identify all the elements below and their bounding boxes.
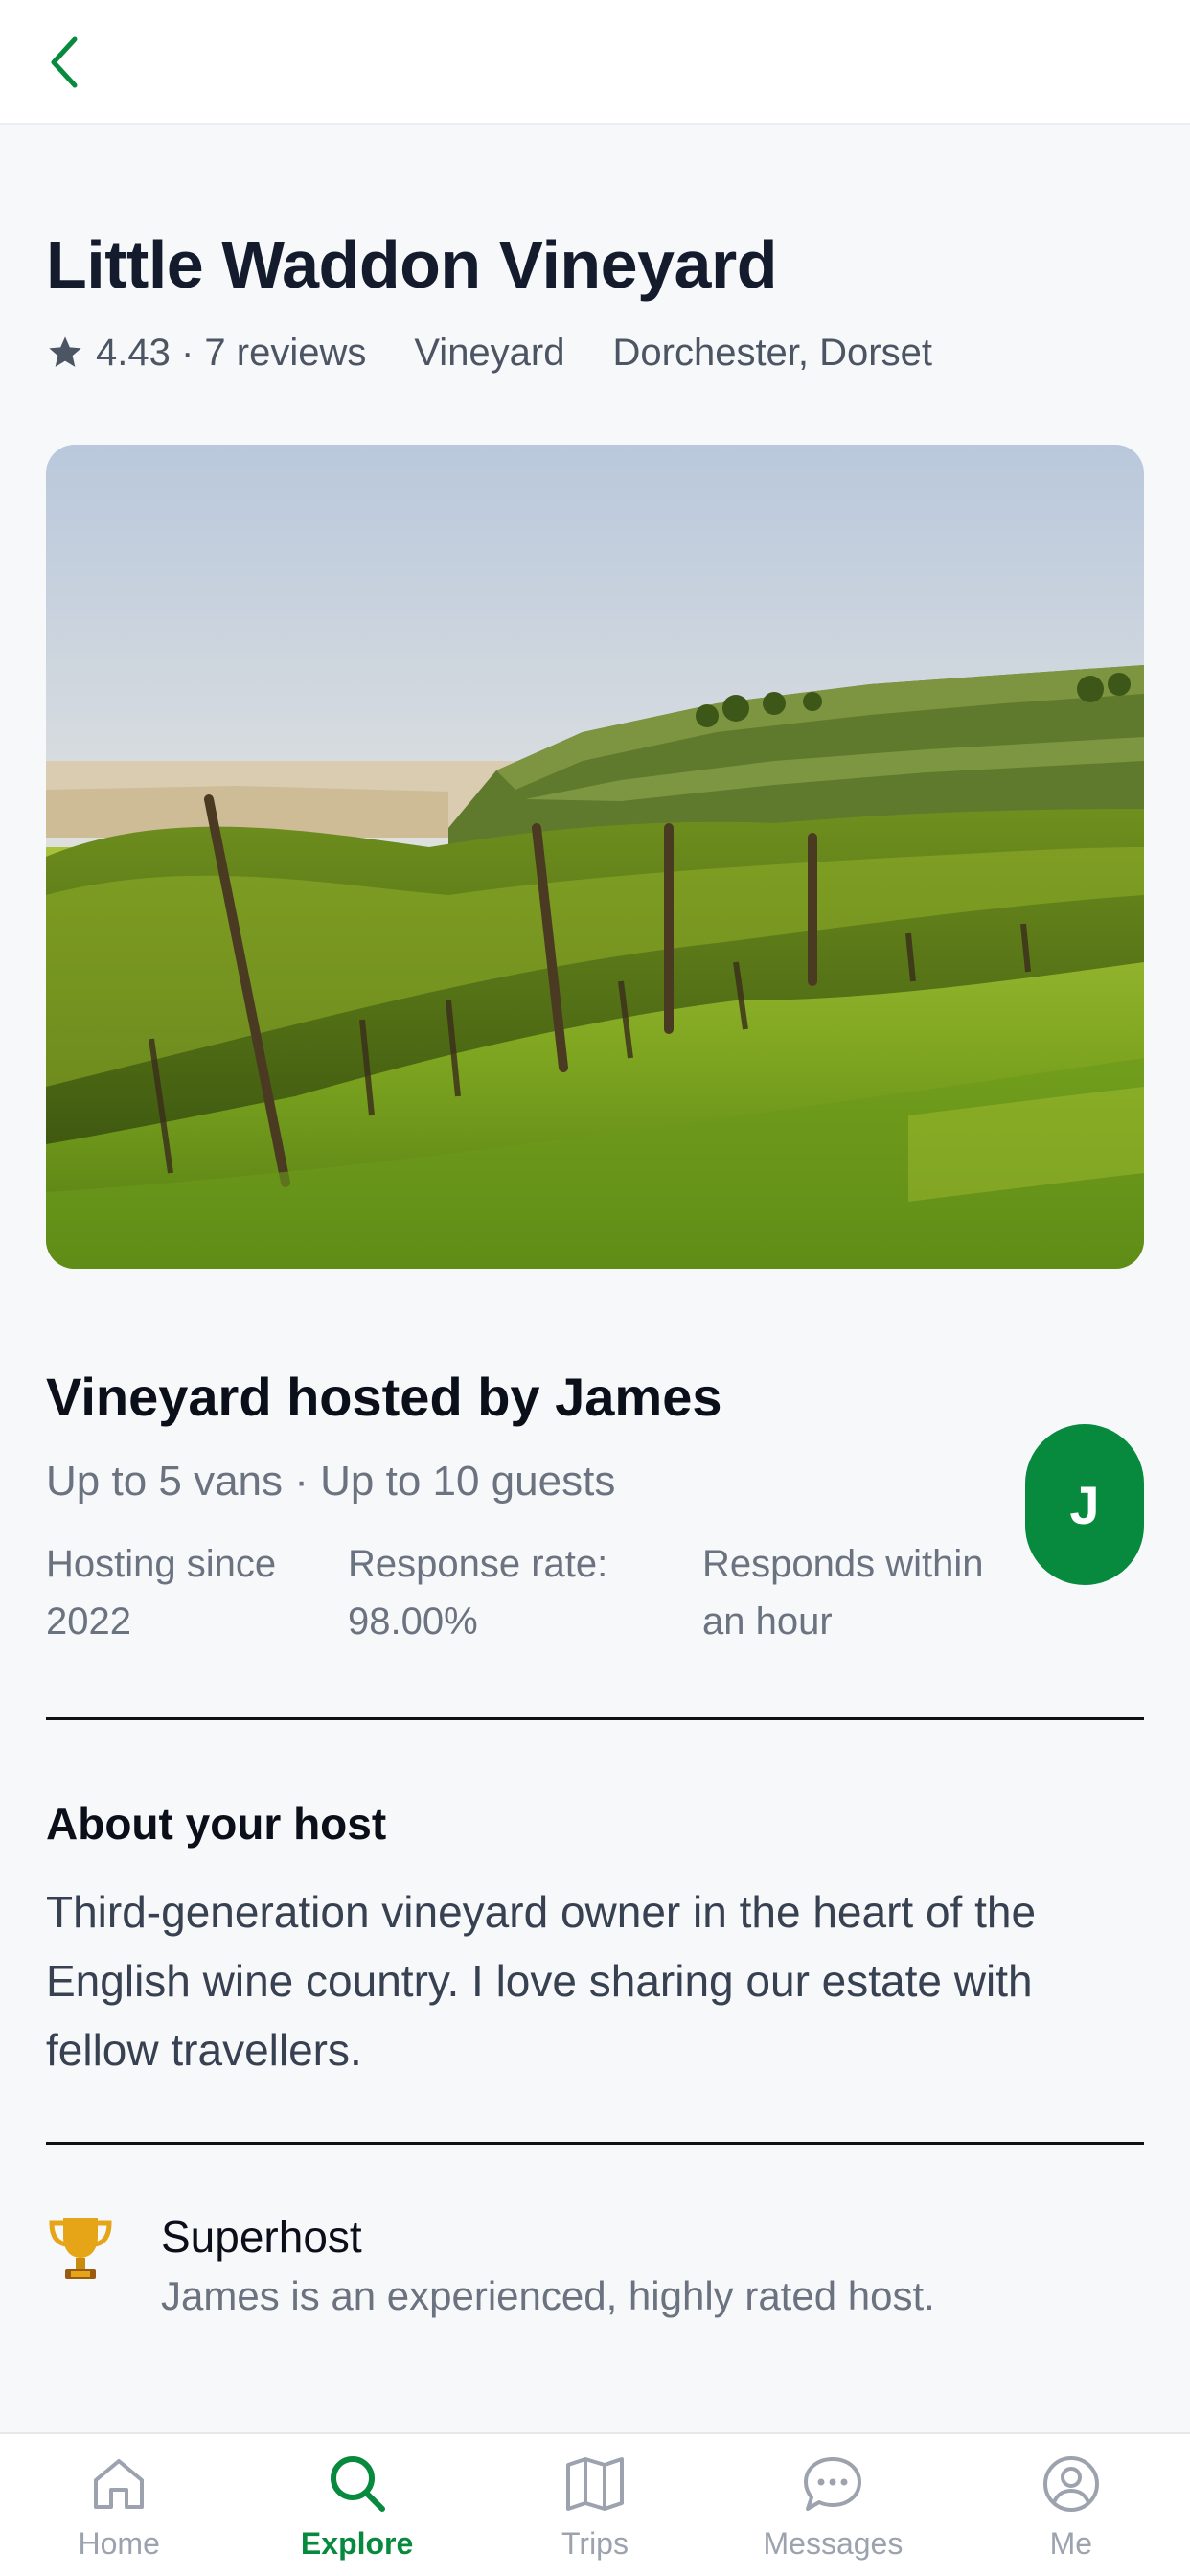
superhost-title: Superhost: [161, 2212, 362, 2262]
divider: [46, 1717, 1144, 1720]
superhost-text-group: Superhost James is an experienced, highl…: [161, 2208, 935, 2323]
response-rate: Response rate: 98.00%: [348, 1543, 608, 1643]
about-host-title: About your host: [46, 1799, 387, 1849]
divider: [46, 2142, 1144, 2145]
superhost-description: James is an experienced, highly rated ho…: [161, 2273, 935, 2318]
user-circle-icon: [1042, 2456, 1099, 2512]
about-host-text: Third-generation vineyard owner in the h…: [46, 1887, 1037, 2075]
tab-explore[interactable]: Explore: [238, 2434, 475, 2576]
host-section: Vineyard hosted by James Up to 5 vans · …: [46, 1365, 1144, 1650]
top-bar: [0, 0, 1190, 125]
tab-messages-label: Messages: [763, 2526, 904, 2561]
superhost-badge: Superhost James is an experienced, highl…: [46, 2208, 1144, 2323]
tab-home[interactable]: Home: [0, 2434, 238, 2576]
tab-trips[interactable]: Trips: [476, 2434, 714, 2576]
hosting-since: Hosting since 2022: [46, 1543, 277, 1643]
host-capacity: Up to 5 vans · Up to 10 guests: [46, 1458, 616, 1505]
host-avatar[interactable]: J: [1025, 1424, 1144, 1585]
home-icon: [94, 2459, 145, 2509]
listing-photo[interactable]: [46, 445, 1144, 1269]
search-icon: [330, 2456, 385, 2512]
listing-content: Little Waddon Vineyard 4.43 · 7 reviews …: [46, 125, 1144, 2323]
tab-messages[interactable]: Messages: [714, 2434, 951, 2576]
host-stats: Hosting since 2022 Response rate: 98.00%…: [46, 1535, 1144, 1650]
tab-me-label: Me: [1049, 2526, 1093, 2561]
back-button[interactable]: [46, 21, 123, 104]
bottom-tab-bar: Home Explore Trips Messages Me: [0, 2432, 1190, 2576]
listing-meta: 4.43 · 7 reviews Vineyard Dorchester, Do…: [46, 326, 1144, 380]
trophy-icon: [49, 2218, 112, 2279]
tab-home-label: Home: [78, 2526, 160, 2561]
listing-title: Little Waddon Vineyard: [46, 227, 777, 302]
listing-type: Vineyard: [414, 331, 565, 374]
response-time: Responds within an hour: [702, 1543, 984, 1643]
map-icon: [566, 2457, 625, 2511]
tab-me[interactable]: Me: [952, 2434, 1190, 2576]
listing-location: Dorchester, Dorset: [612, 331, 932, 374]
chat-bubble-icon: [804, 2457, 862, 2511]
host-title: Vineyard hosted by James: [46, 1367, 722, 1427]
tab-trips-label: Trips: [561, 2526, 629, 2561]
star-icon: [49, 336, 81, 367]
rating-text[interactable]: 4.43 · 7 reviews: [96, 332, 366, 375]
chevron-left-icon: [51, 36, 78, 88]
tab-explore-label: Explore: [300, 2526, 414, 2561]
